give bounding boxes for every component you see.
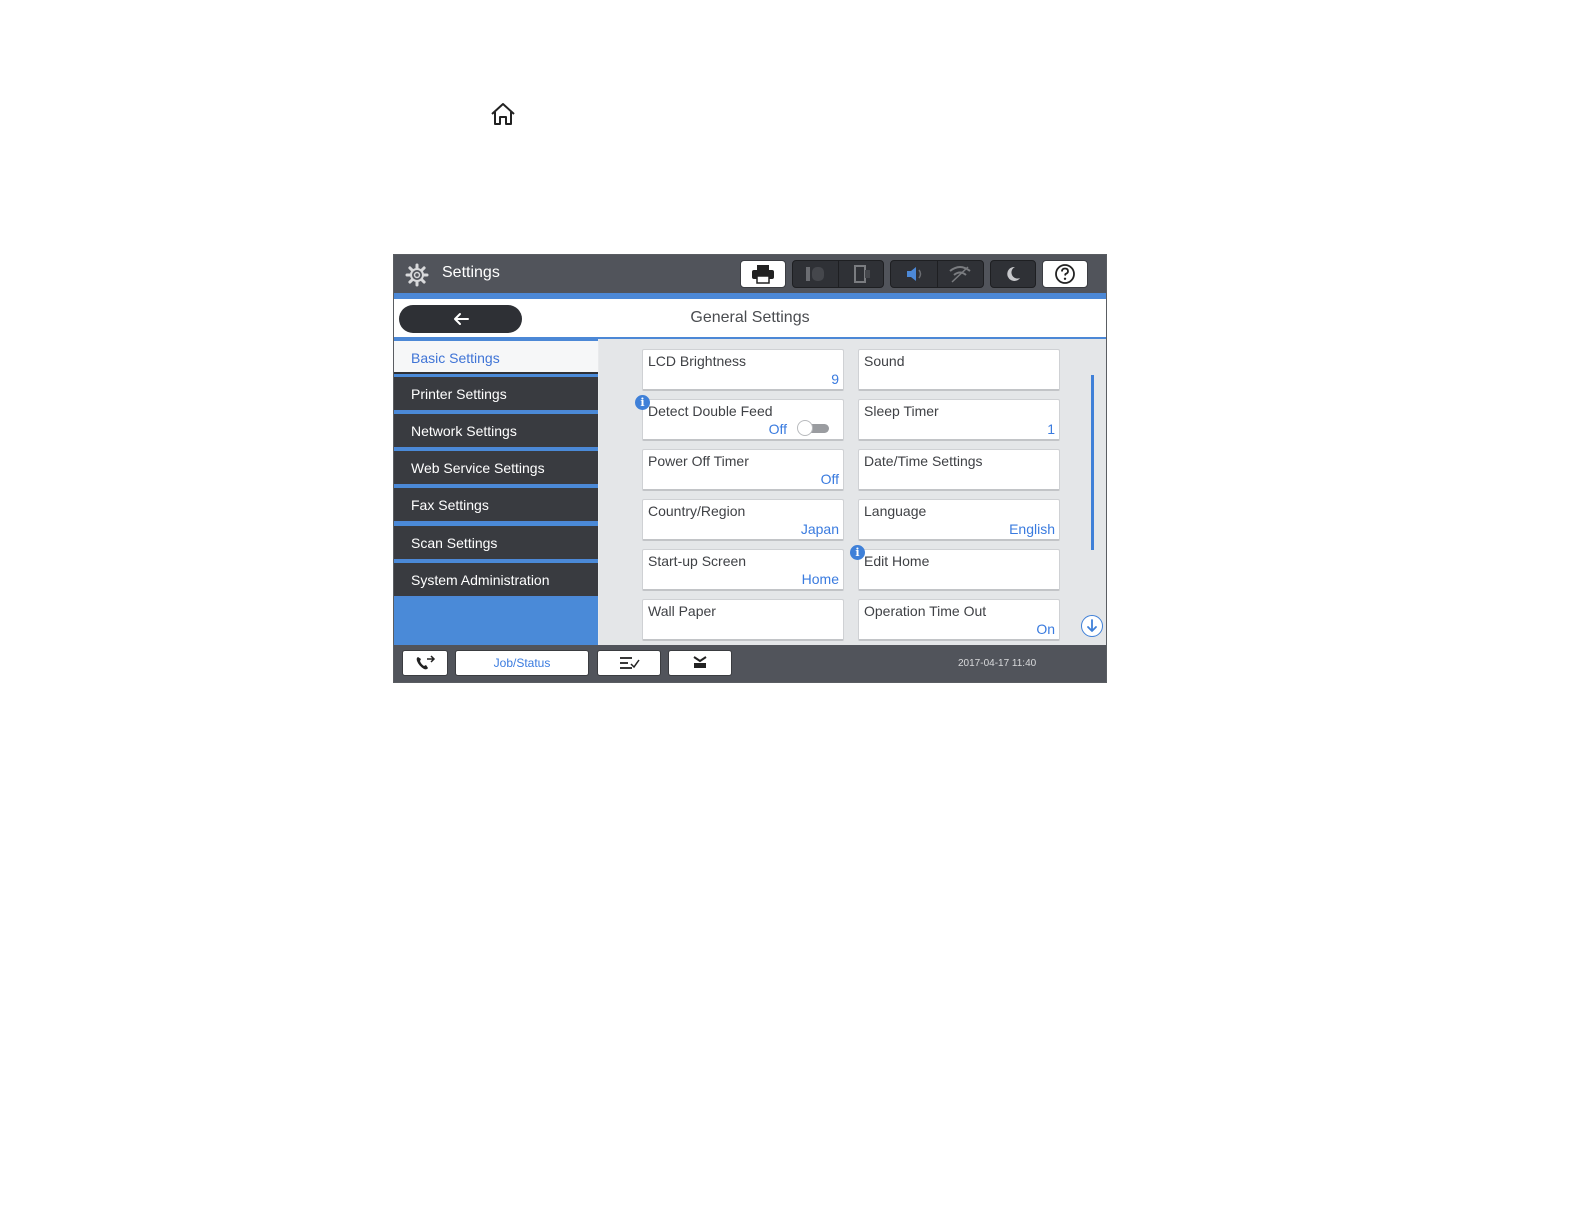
setting-edit-home[interactable]: Edit Home	[858, 549, 1060, 591]
setting-wall-paper[interactable]: Wall Paper	[642, 599, 844, 641]
setting-label: Start-up Screen	[648, 553, 747, 569]
bottom-bar: Job/Status 2017-04-17 11:40	[394, 645, 1106, 682]
setting-value: Home	[801, 571, 839, 587]
sidebar-item-scan-settings[interactable]: Scan Settings	[394, 526, 598, 561]
sleep-button[interactable]	[990, 260, 1036, 288]
setting-value: English	[1009, 521, 1055, 537]
setting-lcd-brightness[interactable]: LCD Brightness 9	[642, 349, 844, 391]
arrow-down-icon	[1087, 619, 1097, 632]
setting-label: Language	[864, 503, 927, 519]
toggle-knob	[797, 420, 813, 436]
double-feed-toggle[interactable]	[797, 420, 829, 436]
setting-label: Sound	[864, 353, 905, 369]
setting-power-off-timer[interactable]: Power Off Timer Off	[642, 449, 844, 491]
setting-value: 9	[831, 371, 839, 387]
scrollbar[interactable]	[1091, 375, 1094, 550]
setting-label: Power Off Timer	[648, 453, 749, 469]
setting-value: Off	[768, 421, 787, 437]
header-row: General Settings	[394, 299, 1106, 339]
setting-label: Sleep Timer	[864, 403, 939, 419]
job-status-label: Job/Status	[493, 656, 551, 670]
paper-status-cell	[837, 261, 884, 287]
setting-label: Wall Paper	[648, 603, 716, 619]
sound-cell	[891, 261, 937, 287]
top-bar: Settings	[394, 255, 1106, 299]
phone-transfer-button[interactable]	[402, 650, 448, 676]
phone-transfer-icon	[416, 655, 436, 670]
sidebar-item-system-administration[interactable]: System Administration	[394, 563, 598, 598]
setting-label: Country/Region	[648, 503, 746, 519]
network-sound-button[interactable]	[890, 260, 984, 288]
sidebar-item-network-settings[interactable]: Network Settings	[394, 414, 598, 449]
info-icon[interactable]: i	[635, 395, 650, 410]
setting-label: Edit Home	[864, 553, 930, 569]
printer-icon	[752, 265, 774, 284]
job-list-button[interactable]	[597, 650, 661, 676]
speaker-icon	[906, 267, 921, 281]
info-icon[interactable]: i	[850, 545, 865, 560]
job-status-button[interactable]: Job/Status	[455, 650, 589, 676]
screen-title: Settings	[442, 264, 500, 281]
sidebar-item-web-service-settings[interactable]: Web Service Settings	[394, 451, 598, 486]
setting-value: Japan	[800, 521, 839, 537]
settings-grid: LCD Brightness 9 Sound Detect Double Fee…	[599, 339, 1106, 645]
sidebar-item-basic-settings[interactable]: Basic Settings	[394, 339, 598, 374]
setting-label: LCD Brightness	[648, 353, 747, 369]
help-button[interactable]	[1042, 260, 1088, 288]
wifi-cell	[936, 261, 984, 287]
setting-start-up-screen[interactable]: Start-up Screen Home	[642, 549, 844, 591]
printer-control-panel: Settings General Settings Basic Settings…	[393, 254, 1107, 683]
setting-detect-double-feed[interactable]: Detect Double Feed Off	[642, 399, 844, 441]
setting-label: Date/Time Settings	[864, 453, 983, 469]
job-list-icon	[620, 657, 640, 669]
setting-value: On	[1036, 621, 1055, 637]
gear-icon	[405, 263, 429, 287]
paper-feed-button[interactable]	[668, 650, 732, 676]
page-title: General Settings	[690, 309, 810, 326]
setting-language[interactable]: Language English	[858, 499, 1060, 541]
setting-sound[interactable]: Sound	[858, 349, 1060, 391]
datetime: 2017-04-17 11:40	[958, 658, 1037, 669]
setting-date-time-settings[interactable]: Date/Time Settings	[858, 449, 1060, 491]
sidebar-item-fax-settings[interactable]: Fax Settings	[394, 488, 598, 523]
paper-feed-icon	[693, 656, 707, 668]
sidebar: Basic Settings Printer Settings Network …	[394, 339, 598, 645]
help-icon	[1055, 264, 1075, 284]
setting-value: 1	[1047, 421, 1055, 437]
supply-status-button[interactable]	[792, 260, 884, 288]
setting-label: Detect Double Feed	[648, 403, 773, 419]
home-icon	[491, 103, 515, 125]
ink-status-cell	[793, 261, 838, 287]
setting-country-region[interactable]: Country/Region Japan	[642, 499, 844, 541]
wifi-off-icon	[949, 266, 971, 283]
printer-status-button[interactable]	[740, 260, 786, 288]
setting-value: Off	[820, 471, 839, 487]
setting-sleep-timer[interactable]: Sleep Timer 1	[858, 399, 1060, 441]
paper-status-icon	[853, 265, 870, 283]
sidebar-item-printer-settings[interactable]: Printer Settings	[394, 377, 598, 412]
setting-label: Operation Time Out	[864, 603, 987, 619]
ink-status-icon	[806, 267, 825, 281]
sleep-moon-icon	[1007, 266, 1020, 281]
setting-operation-time-out[interactable]: Operation Time Out On	[858, 599, 1060, 641]
scroll-down-button[interactable]	[1081, 615, 1103, 637]
